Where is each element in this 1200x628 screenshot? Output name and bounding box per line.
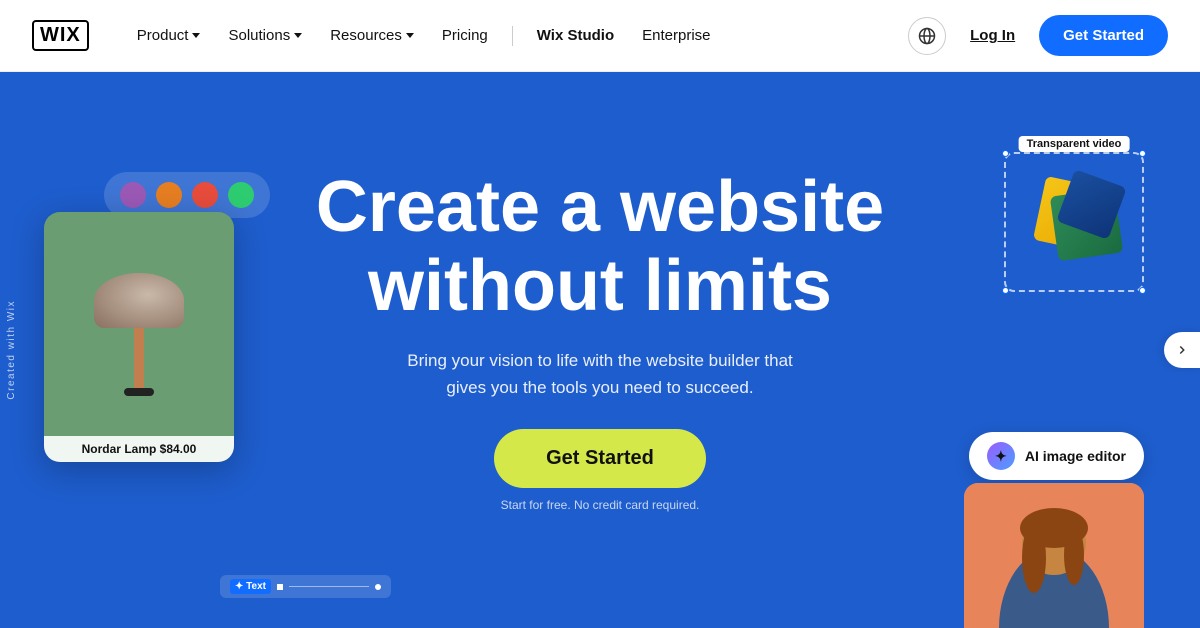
handle-bl — [1002, 287, 1009, 294]
lamp-product-card: Nordar Lamp $84.00 — [44, 212, 234, 462]
lamp-visual — [44, 212, 234, 436]
color-dot-orange — [156, 182, 182, 208]
login-button[interactable]: Log In — [958, 19, 1027, 52]
nav-right: Log In Get Started — [908, 15, 1168, 56]
nav-item-enterprise[interactable]: Enterprise — [630, 19, 722, 52]
get-started-nav-button[interactable]: Get Started — [1039, 15, 1168, 56]
lamp-base — [124, 388, 154, 396]
nav-item-wix-studio[interactable]: Wix Studio — [525, 19, 626, 52]
transparent-video-label: Transparent video — [1019, 136, 1130, 152]
chevron-down-icon — [294, 33, 302, 38]
ai-image-editor-badge: ✦ AI image editor — [969, 432, 1144, 480]
handle-tr — [1139, 150, 1146, 157]
wix-logo[interactable]: WIX — [32, 20, 89, 51]
lamp-stem — [134, 328, 144, 388]
text-widget: ✦ Text — [220, 575, 391, 598]
lamp-shade — [94, 273, 184, 328]
get-started-hero-button[interactable]: Get Started — [494, 429, 706, 488]
woman-illustration — [964, 483, 1144, 628]
transparent-video-card: Transparent video — [1004, 152, 1144, 292]
navbar: WIX Product Solutions Resources Pricing … — [0, 0, 1200, 72]
connector-line — [289, 586, 369, 587]
hero-section: Created with Wix Created with Wix Nordar… — [0, 72, 1200, 628]
lamp-body — [94, 273, 184, 396]
fine-print: Start for free. No credit card required. — [501, 498, 700, 512]
chevron-down-icon — [192, 33, 200, 38]
hero-heading: Create a website without limits — [316, 168, 884, 326]
nav-item-solutions[interactable]: Solutions — [216, 19, 314, 52]
handle-br — [1139, 287, 1146, 294]
nav-item-product[interactable]: Product — [125, 19, 213, 52]
hero-subtext: Bring your vision to life with the websi… — [407, 347, 793, 401]
text-widget-icon: ✦ Text — [230, 579, 271, 594]
nav-divider — [512, 26, 513, 46]
nav-item-pricing[interactable]: Pricing — [430, 19, 500, 52]
connector-dot — [277, 584, 283, 590]
handle-tl — [1002, 150, 1009, 157]
nav-item-resources[interactable]: Resources — [318, 19, 426, 52]
color-dot-purple — [120, 182, 146, 208]
language-button[interactable] — [908, 17, 946, 55]
color-dot-green — [228, 182, 254, 208]
nav-links: Product Solutions Resources Pricing Wix … — [125, 19, 908, 52]
logo[interactable]: WIX — [32, 20, 89, 51]
woman-card — [964, 483, 1144, 628]
color-dot-red — [192, 182, 218, 208]
gem-visual — [1024, 172, 1124, 272]
lamp-label: Nordar Lamp $84.00 — [44, 436, 234, 462]
connector-dot-end — [375, 584, 381, 590]
side-label: Created with Wix — [0, 72, 22, 628]
ai-icon: ✦ — [987, 442, 1015, 470]
scroll-hint[interactable] — [1164, 332, 1200, 368]
chevron-down-icon — [406, 33, 414, 38]
